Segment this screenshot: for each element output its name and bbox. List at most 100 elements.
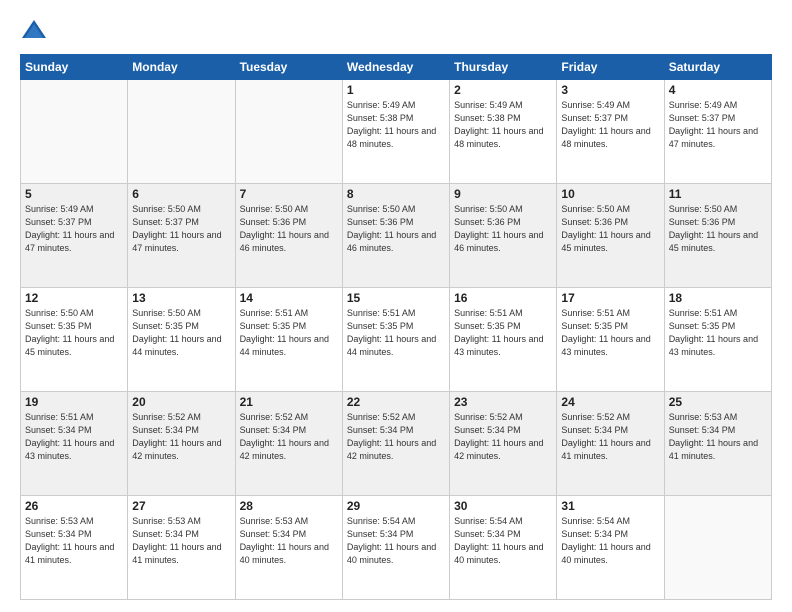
day-info: Sunrise: 5:50 AM Sunset: 5:36 PM Dayligh… xyxy=(347,203,445,255)
day-number: 2 xyxy=(454,83,552,97)
calendar-cell: 11 Sunrise: 5:50 AM Sunset: 5:36 PM Dayli… xyxy=(664,184,771,288)
calendar-week-row: 26 Sunrise: 5:53 AM Sunset: 5:34 PM Dayli… xyxy=(21,496,772,600)
calendar-cell xyxy=(128,80,235,184)
calendar-week-row: 5 Sunrise: 5:49 AM Sunset: 5:37 PM Daylig… xyxy=(21,184,772,288)
day-info: Sunrise: 5:54 AM Sunset: 5:34 PM Dayligh… xyxy=(347,515,445,567)
calendar-day-header: Tuesday xyxy=(235,55,342,80)
day-info: Sunrise: 5:54 AM Sunset: 5:34 PM Dayligh… xyxy=(561,515,659,567)
day-info: Sunrise: 5:49 AM Sunset: 5:38 PM Dayligh… xyxy=(454,99,552,151)
calendar-cell: 30 Sunrise: 5:54 AM Sunset: 5:34 PM Dayli… xyxy=(450,496,557,600)
calendar-cell: 4Sunrise: 5:49 AM Sunset: 5:37 PM Daylig… xyxy=(664,80,771,184)
calendar-cell: 25Sunrise: 5:53 AM Sunset: 5:34 PM Dayli… xyxy=(664,392,771,496)
day-number: 5 xyxy=(25,187,123,201)
day-info: Sunrise: 5:50 AM Sunset: 5:36 PM Dayligh… xyxy=(561,203,659,255)
calendar-cell: 23 Sunrise: 5:52 AM Sunset: 5:34 PM Dayli… xyxy=(450,392,557,496)
calendar-day-header: Wednesday xyxy=(342,55,449,80)
day-info: Sunrise: 5:50 AM Sunset: 5:37 PM Dayligh… xyxy=(132,203,230,255)
day-info: Sunrise: 5:51 AM Sunset: 5:35 PM Dayligh… xyxy=(240,307,338,359)
day-number: 13 xyxy=(132,291,230,305)
day-number: 22 xyxy=(347,395,445,409)
day-info: Sunrise: 5:50 AM Sunset: 5:36 PM Dayligh… xyxy=(454,203,552,255)
logo xyxy=(20,16,52,44)
calendar-day-header: Friday xyxy=(557,55,664,80)
calendar-cell: 6 Sunrise: 5:50 AM Sunset: 5:37 PM Daylig… xyxy=(128,184,235,288)
calendar-cell: 13 Sunrise: 5:50 AM Sunset: 5:35 PM Dayli… xyxy=(128,288,235,392)
day-number: 26 xyxy=(25,499,123,513)
logo-icon xyxy=(20,16,48,44)
day-number: 7 xyxy=(240,187,338,201)
calendar-cell: 21 Sunrise: 5:52 AM Sunset: 5:34 PM Dayli… xyxy=(235,392,342,496)
calendar-cell: 7 Sunrise: 5:50 AM Sunset: 5:36 PM Daylig… xyxy=(235,184,342,288)
calendar-cell: 8 Sunrise: 5:50 AM Sunset: 5:36 PM Daylig… xyxy=(342,184,449,288)
day-number: 3 xyxy=(561,83,659,97)
calendar-cell: 31Sunrise: 5:54 AM Sunset: 5:34 PM Dayli… xyxy=(557,496,664,600)
day-number: 14 xyxy=(240,291,338,305)
calendar-cell: 19 Sunrise: 5:51 AM Sunset: 5:34 PM Dayli… xyxy=(21,392,128,496)
calendar-cell: 28 Sunrise: 5:53 AM Sunset: 5:34 PM Dayli… xyxy=(235,496,342,600)
day-number: 23 xyxy=(454,395,552,409)
calendar-cell: 27 Sunrise: 5:53 AM Sunset: 5:34 PM Dayli… xyxy=(128,496,235,600)
day-info: Sunrise: 5:51 AM Sunset: 5:34 PM Dayligh… xyxy=(25,411,123,463)
calendar-day-header: Sunday xyxy=(21,55,128,80)
header xyxy=(20,16,772,44)
calendar-header-row: SundayMondayTuesdayWednesdayThursdayFrid… xyxy=(21,55,772,80)
calendar-cell: 22 Sunrise: 5:52 AM Sunset: 5:34 PM Dayli… xyxy=(342,392,449,496)
day-info: Sunrise: 5:52 AM Sunset: 5:34 PM Dayligh… xyxy=(561,411,659,463)
day-info: Sunrise: 5:53 AM Sunset: 5:34 PM Dayligh… xyxy=(25,515,123,567)
calendar-cell: 3 Sunrise: 5:49 AM Sunset: 5:37 PM Daylig… xyxy=(557,80,664,184)
day-number: 30 xyxy=(454,499,552,513)
day-info: Sunrise: 5:53 AM Sunset: 5:34 PM Dayligh… xyxy=(669,411,767,463)
day-number: 29 xyxy=(347,499,445,513)
page: SundayMondayTuesdayWednesdayThursdayFrid… xyxy=(0,0,792,612)
calendar-cell: 24 Sunrise: 5:52 AM Sunset: 5:34 PM Dayli… xyxy=(557,392,664,496)
day-number: 27 xyxy=(132,499,230,513)
day-info: Sunrise: 5:54 AM Sunset: 5:34 PM Dayligh… xyxy=(454,515,552,567)
day-number: 11 xyxy=(669,187,767,201)
calendar-day-header: Monday xyxy=(128,55,235,80)
calendar-cell: 9 Sunrise: 5:50 AM Sunset: 5:36 PM Daylig… xyxy=(450,184,557,288)
day-info: Sunrise: 5:50 AM Sunset: 5:35 PM Dayligh… xyxy=(25,307,123,359)
day-number: 8 xyxy=(347,187,445,201)
day-number: 15 xyxy=(347,291,445,305)
day-info: Sunrise: 5:52 AM Sunset: 5:34 PM Dayligh… xyxy=(240,411,338,463)
day-info: Sunrise: 5:52 AM Sunset: 5:34 PM Dayligh… xyxy=(347,411,445,463)
day-info: Sunrise: 5:51 AM Sunset: 5:35 PM Dayligh… xyxy=(561,307,659,359)
day-number: 19 xyxy=(25,395,123,409)
day-number: 28 xyxy=(240,499,338,513)
calendar-cell: 26 Sunrise: 5:53 AM Sunset: 5:34 PM Dayli… xyxy=(21,496,128,600)
day-info: Sunrise: 5:49 AM Sunset: 5:37 PM Dayligh… xyxy=(669,99,767,151)
calendar-cell: 1Sunrise: 5:49 AM Sunset: 5:38 PM Daylig… xyxy=(342,80,449,184)
day-info: Sunrise: 5:50 AM Sunset: 5:36 PM Dayligh… xyxy=(240,203,338,255)
day-info: Sunrise: 5:51 AM Sunset: 5:35 PM Dayligh… xyxy=(347,307,445,359)
calendar-cell xyxy=(21,80,128,184)
calendar-cell: 29 Sunrise: 5:54 AM Sunset: 5:34 PM Dayli… xyxy=(342,496,449,600)
day-number: 12 xyxy=(25,291,123,305)
day-number: 10 xyxy=(561,187,659,201)
day-info: Sunrise: 5:52 AM Sunset: 5:34 PM Dayligh… xyxy=(132,411,230,463)
day-info: Sunrise: 5:50 AM Sunset: 5:35 PM Dayligh… xyxy=(132,307,230,359)
calendar-cell: 20 Sunrise: 5:52 AM Sunset: 5:34 PM Dayli… xyxy=(128,392,235,496)
day-info: Sunrise: 5:51 AM Sunset: 5:35 PM Dayligh… xyxy=(454,307,552,359)
day-number: 9 xyxy=(454,187,552,201)
calendar-day-header: Thursday xyxy=(450,55,557,80)
day-info: Sunrise: 5:52 AM Sunset: 5:34 PM Dayligh… xyxy=(454,411,552,463)
calendar-cell: 17 Sunrise: 5:51 AM Sunset: 5:35 PM Dayli… xyxy=(557,288,664,392)
day-number: 16 xyxy=(454,291,552,305)
day-number: 20 xyxy=(132,395,230,409)
calendar-cell: 16 Sunrise: 5:51 AM Sunset: 5:35 PM Dayli… xyxy=(450,288,557,392)
day-info: Sunrise: 5:49 AM Sunset: 5:37 PM Dayligh… xyxy=(561,99,659,151)
day-number: 17 xyxy=(561,291,659,305)
day-number: 6 xyxy=(132,187,230,201)
day-info: Sunrise: 5:49 AM Sunset: 5:38 PM Dayligh… xyxy=(347,99,445,151)
day-info: Sunrise: 5:49 AM Sunset: 5:37 PM Dayligh… xyxy=(25,203,123,255)
day-info: Sunrise: 5:53 AM Sunset: 5:34 PM Dayligh… xyxy=(132,515,230,567)
day-number: 18 xyxy=(669,291,767,305)
calendar-cell: 2 Sunrise: 5:49 AM Sunset: 5:38 PM Daylig… xyxy=(450,80,557,184)
day-info: Sunrise: 5:50 AM Sunset: 5:36 PM Dayligh… xyxy=(669,203,767,255)
calendar-week-row: 12 Sunrise: 5:50 AM Sunset: 5:35 PM Dayli… xyxy=(21,288,772,392)
calendar-week-row: 1Sunrise: 5:49 AM Sunset: 5:38 PM Daylig… xyxy=(21,80,772,184)
day-info: Sunrise: 5:53 AM Sunset: 5:34 PM Dayligh… xyxy=(240,515,338,567)
day-number: 24 xyxy=(561,395,659,409)
calendar-cell: 15 Sunrise: 5:51 AM Sunset: 5:35 PM Dayli… xyxy=(342,288,449,392)
day-number: 21 xyxy=(240,395,338,409)
